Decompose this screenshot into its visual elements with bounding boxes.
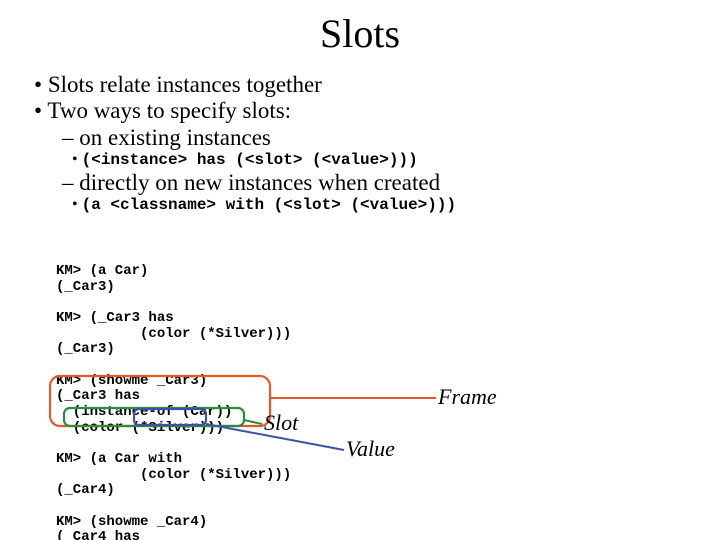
bullet-l2a-code: (<instance> has (<slot> (<value>))) [72,151,684,169]
bullet-l2b-code: (a <classname> with (<slot> (<value>))) [72,196,684,214]
page-title: Slots [0,10,720,57]
value-label: Value [346,436,395,462]
code-block: KM> (a Car) (_Car3) KM> (_Car3 has (colo… [56,264,291,540]
body-text: Slots relate instances together Two ways… [34,72,684,215]
slot-label: Slot [264,410,298,436]
bullet-l2a: on existing instances [62,125,684,151]
slide: Slots Slots relate instances together Tw… [0,0,720,540]
bullet-l1: Slots relate instances together [34,72,684,98]
frame-label: Frame [438,384,497,410]
bullet-l2: Two ways to specify slots: [34,98,684,124]
bullet-l2b: directly on new instances when created [62,170,684,196]
